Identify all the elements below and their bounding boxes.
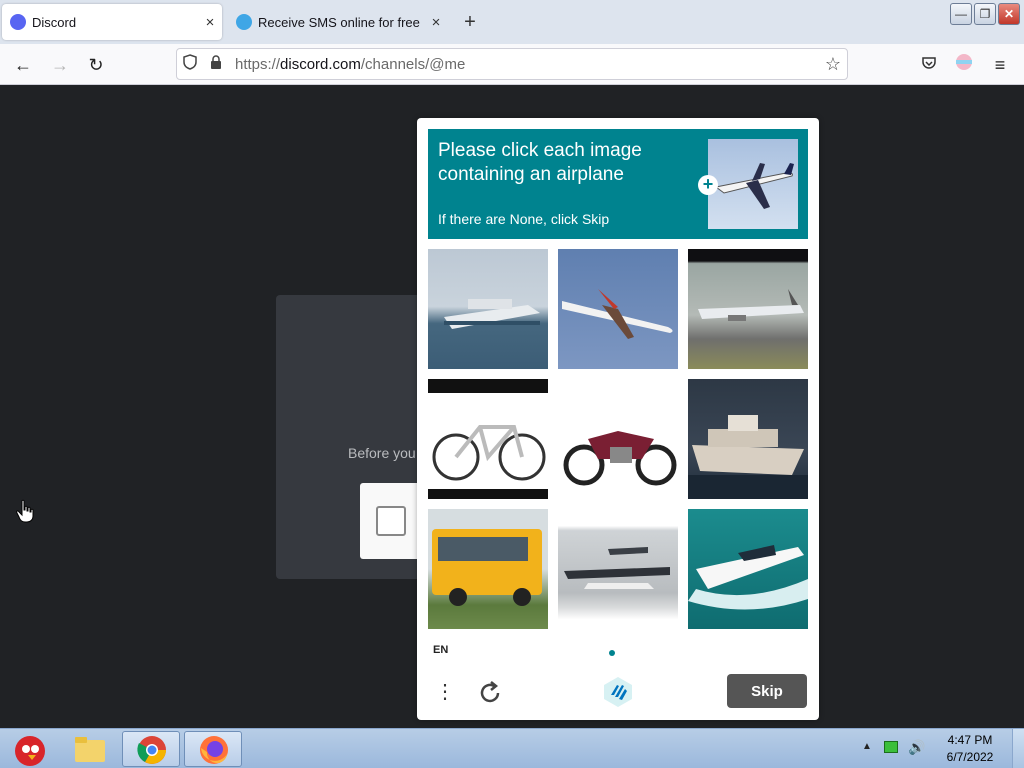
refresh-icon [480, 681, 500, 703]
navigation-toolbar: ← → ↻ https://discord.com/channels/@me ☆… [0, 44, 1024, 85]
challenge-tile-9[interactable] [688, 509, 808, 629]
back-button[interactable]: ← [10, 52, 36, 78]
hcaptcha-logo-icon [601, 675, 635, 709]
challenge-tile-8[interactable] [558, 509, 678, 629]
new-tab-button[interactable]: + [458, 8, 482, 36]
maximize-icon: ❐ [979, 7, 991, 21]
system-tray: ▲ 🔊 [858, 739, 938, 759]
tab-receive-sms[interactable]: Receive SMS online for free | × [228, 4, 448, 40]
account-icon[interactable] [951, 52, 977, 78]
refresh-challenge-button[interactable] [475, 678, 505, 708]
tab-discord[interactable]: Discord × [2, 4, 222, 40]
folder-icon[interactable] [60, 731, 118, 767]
clock-date: 6/7/2022 [946, 750, 994, 764]
skip-button[interactable]: Skip [727, 674, 807, 708]
show-hidden-icons-icon[interactable]: ▲ [862, 741, 872, 752]
page-indicator-dot [609, 650, 615, 656]
clock-time: 4:47 PM [947, 733, 993, 747]
challenge-tile-6[interactable] [688, 379, 808, 499]
hand-cursor-icon [16, 499, 34, 523]
url-host: discord.com [280, 55, 361, 73]
address-bar[interactable]: https://discord.com/channels/@me ☆ [176, 48, 848, 80]
bookmark-star-icon[interactable]: ☆ [825, 54, 841, 75]
plus-icon: + [698, 175, 718, 195]
firefox-icon[interactable] [184, 731, 242, 767]
language-selector[interactable]: EN [433, 644, 448, 656]
minimize-button[interactable]: — [950, 3, 972, 25]
challenge-tile-5[interactable] [558, 379, 678, 499]
tab-label: Receive SMS online for free | [258, 14, 424, 30]
verify-text: Before you [348, 445, 416, 461]
close-window-button[interactable]: ✕ [998, 3, 1020, 25]
captcha-checkbox[interactable] [376, 506, 406, 536]
reload-button[interactable]: ↻ [83, 52, 109, 78]
angry-birds-icon[interactable] [2, 731, 60, 767]
tab-strip: Discord × Receive SMS online for free | … [0, 0, 1024, 44]
discord-favicon-icon [10, 14, 26, 30]
maximize-button[interactable]: ❐ [974, 3, 996, 25]
tab-close-button[interactable]: × [198, 14, 222, 31]
tab-close-button[interactable]: × [424, 14, 448, 31]
challenge-prompt: Please click each image containing an ai… [428, 129, 808, 239]
challenge-tile-4[interactable] [428, 379, 548, 499]
system-clock[interactable]: 4:47 PM 6/7/2022 [940, 732, 1000, 766]
challenge-tile-3[interactable] [688, 249, 808, 369]
challenge-tile-7[interactable] [428, 509, 548, 629]
lock-icon[interactable] [203, 54, 229, 74]
close-icon: ✕ [1003, 7, 1015, 21]
show-desktop-button[interactable] [1012, 729, 1024, 768]
minimize-icon: — [955, 7, 967, 21]
menu-icon[interactable]: ≡ [987, 52, 1013, 78]
sms-favicon-icon [236, 14, 252, 30]
forward-button[interactable]: → [47, 52, 73, 78]
volume-icon[interactable]: 🔊 [908, 739, 925, 756]
pocket-icon[interactable] [916, 52, 942, 78]
prompt-subtitle: If there are None, click Skip [438, 211, 610, 227]
challenge-tile-1[interactable] [428, 249, 548, 369]
url-path: /channels/@me [360, 55, 466, 73]
taskbar: ▲ 🔊 4:47 PM 6/7/2022 [0, 728, 1024, 768]
shield-icon[interactable] [177, 54, 203, 74]
chrome-icon[interactable] [122, 731, 180, 767]
tab-label: Discord [32, 14, 77, 30]
captcha-challenge-dialog: Please click each image containing an ai… [417, 118, 819, 720]
example-airplane-image [708, 139, 798, 229]
challenge-tile-2[interactable] [558, 249, 678, 369]
url-scheme: https:// [235, 55, 281, 73]
menu-button[interactable]: ⋮ [435, 678, 455, 706]
network-icon[interactable] [884, 741, 898, 753]
prompt-title: Please click each image containing an ai… [438, 140, 642, 185]
